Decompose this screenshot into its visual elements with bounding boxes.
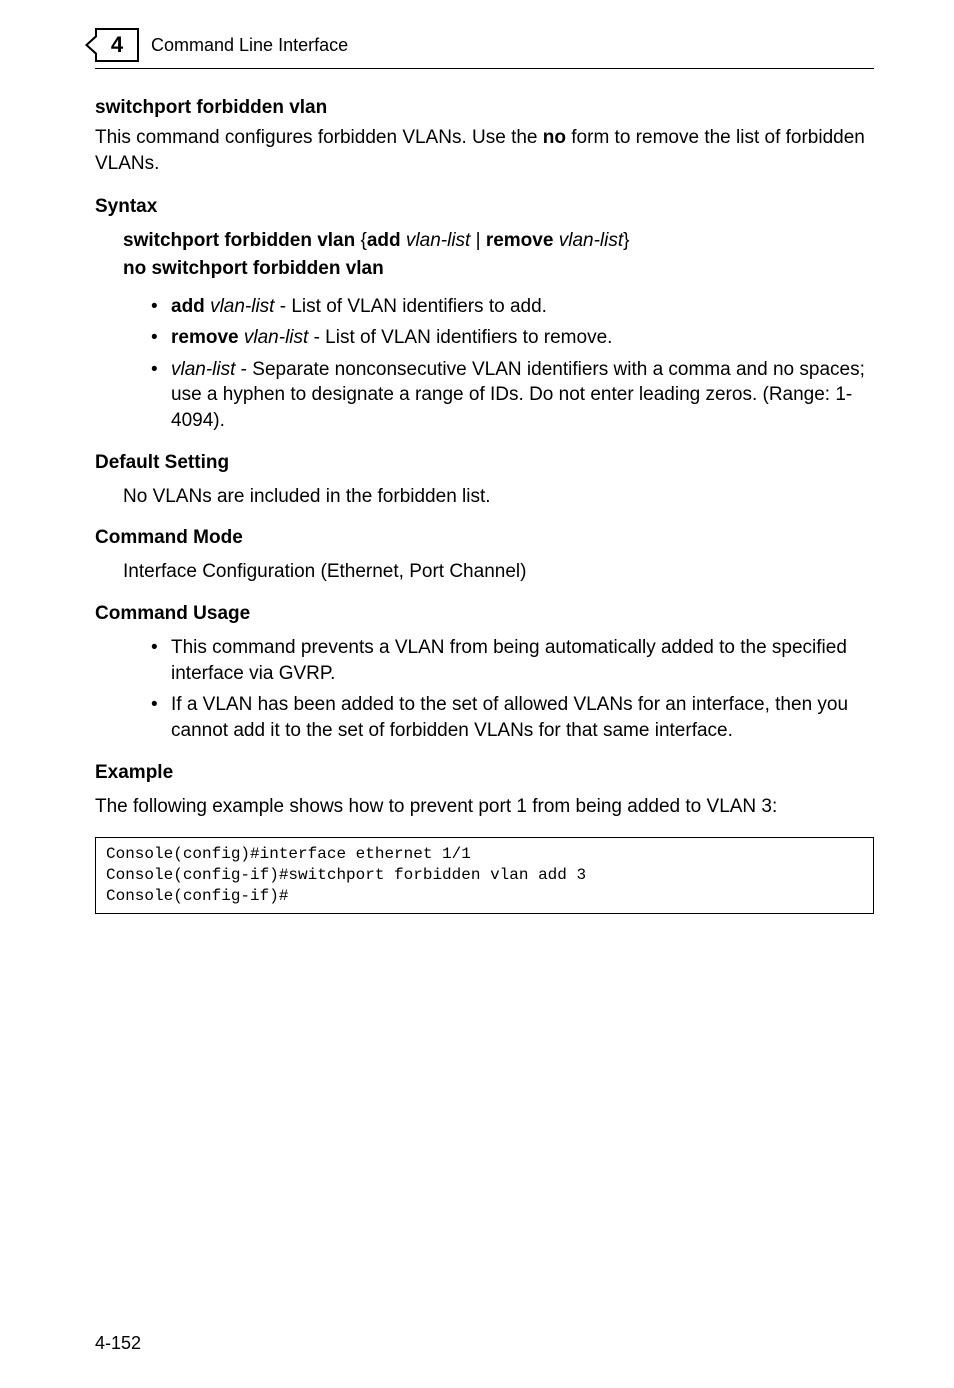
command-mode-text: Interface Configuration (Ethernet, Port … xyxy=(123,559,874,585)
page-header-title: Command Line Interface xyxy=(151,35,348,56)
bullet2-rest: - List of VLAN identifiers to remove. xyxy=(308,327,612,348)
default-setting-text: No VLANs are included in the forbidden l… xyxy=(123,484,874,510)
syn1-p6: | xyxy=(470,230,486,251)
command-mode-heading: Command Mode xyxy=(95,527,874,549)
list-item: vlan-list - Separate nonconsecutive VLAN… xyxy=(151,357,874,434)
usage-bullet-2: If a VLAN has been added to the set of a… xyxy=(171,694,848,741)
list-item: add vlan-list - List of VLAN identifiers… xyxy=(151,294,874,320)
syntax-bullet-list: add vlan-list - List of VLAN identifiers… xyxy=(151,294,874,434)
list-item: This command prevents a VLAN from being … xyxy=(151,635,874,686)
console-output: Console(config)#interface ethernet 1/1 C… xyxy=(95,837,874,913)
bullet1-ital: vlan-list xyxy=(210,296,274,317)
syn1-p3: add xyxy=(367,230,401,251)
list-item: If a VLAN has been added to the set of a… xyxy=(151,692,874,743)
syntax-heading: Syntax xyxy=(95,196,874,218)
default-setting-heading: Default Setting xyxy=(95,452,874,474)
bullet2-ital: vlan-list xyxy=(244,327,308,348)
desc-bold: no xyxy=(543,127,566,148)
example-heading: Example xyxy=(95,762,874,784)
syn1-p2: { xyxy=(355,230,367,251)
bullet2-bold: remove xyxy=(171,327,239,348)
chapter-number: 4 xyxy=(111,32,123,58)
example-intro: The following example shows how to preve… xyxy=(95,794,874,820)
list-item: remove vlan-list - List of VLAN identifi… xyxy=(151,325,874,351)
syn1-p1: switchport forbidden vlan xyxy=(123,230,355,251)
command-usage-list: This command prevents a VLAN from being … xyxy=(151,635,874,744)
bullet3-rest: - Separate nonconsecutive VLAN identifie… xyxy=(171,359,865,431)
command-title: switchport forbidden vlan xyxy=(95,97,874,119)
syn1-p7: remove xyxy=(486,230,554,251)
syn1-p10: } xyxy=(623,230,629,251)
chapter-badge: 4 xyxy=(95,28,139,62)
desc-pre: This command configures forbidden VLANs.… xyxy=(95,127,543,148)
command-description: This command configures forbidden VLANs.… xyxy=(95,125,874,176)
syn1-p5: vlan-list xyxy=(406,230,470,251)
syntax-line-1: switchport forbidden vlan {add vlan-list… xyxy=(123,228,874,254)
syn1-p9: vlan-list xyxy=(559,230,623,251)
bullet1-rest: - List of VLAN identifiers to add. xyxy=(274,296,546,317)
header-rule xyxy=(95,68,874,69)
syntax-block: switchport forbidden vlan {add vlan-list… xyxy=(123,228,874,281)
page-header-row: 4 Command Line Interface xyxy=(95,28,874,62)
usage-bullet-1: This command prevents a VLAN from being … xyxy=(171,637,847,684)
syntax-line-2: no switchport forbidden vlan xyxy=(123,256,874,282)
bullet3-ital: vlan-list xyxy=(171,359,235,380)
command-usage-heading: Command Usage xyxy=(95,603,874,625)
bullet1-bold: add xyxy=(171,296,205,317)
page-number: 4-152 xyxy=(95,1333,141,1354)
